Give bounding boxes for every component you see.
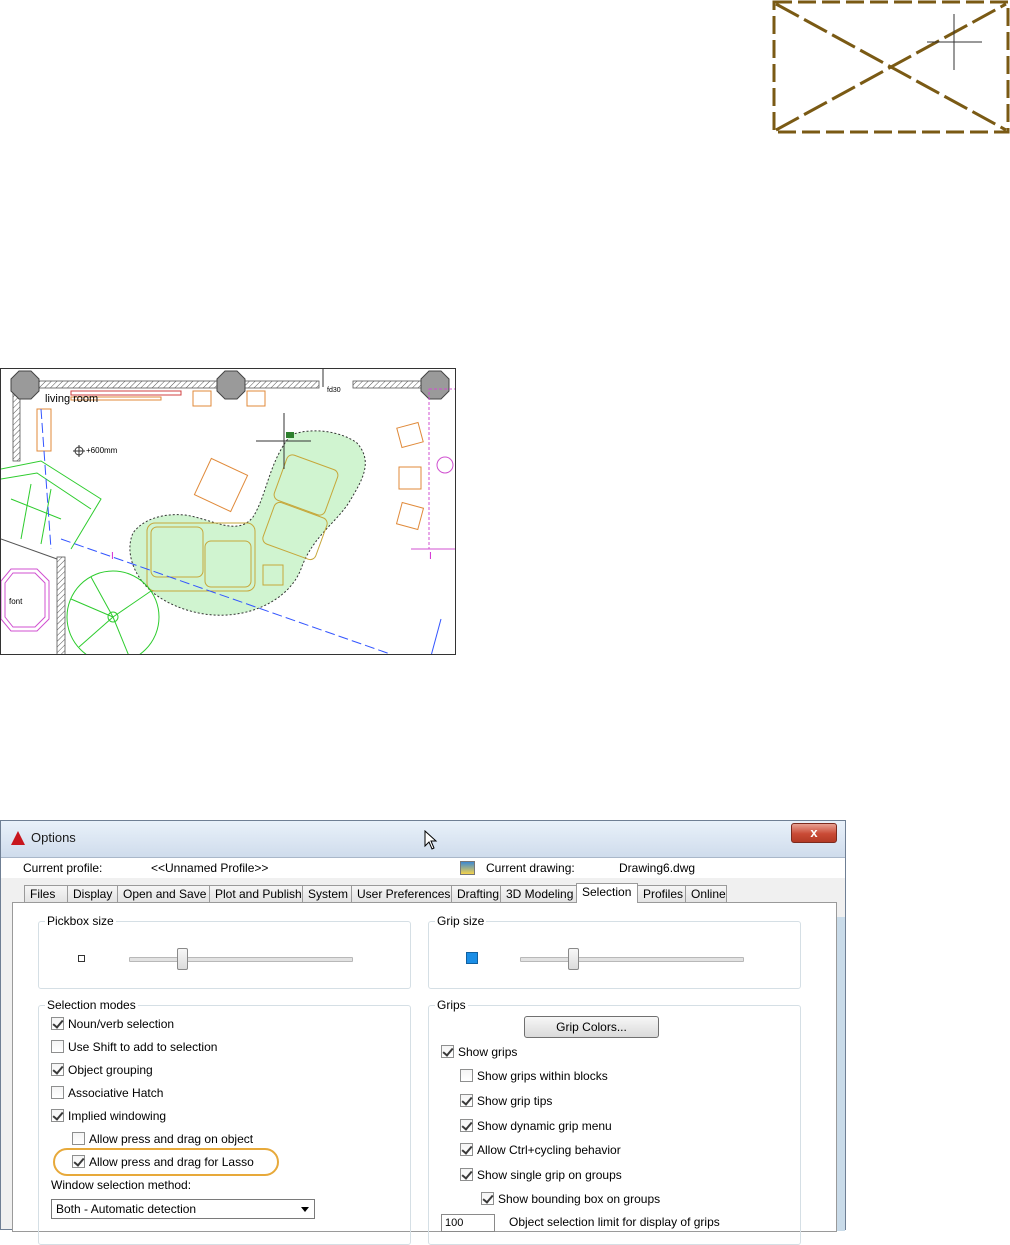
associative-hatch-checkbox[interactable]	[51, 1086, 64, 1099]
window-selection-illustration	[772, 0, 1010, 136]
selection-tab-panel: Pickbox size Grip size Selection modes N…	[12, 902, 837, 1245]
implied-windowing-label: Implied windowing	[68, 1109, 167, 1123]
noun-verb-selection-label: Noun/verb selection	[68, 1017, 175, 1031]
ctrl-cycling-checkbox[interactable]	[460, 1143, 473, 1156]
window-edge	[837, 917, 845, 1231]
tab-open-and-save[interactable]: Open and Save	[117, 885, 210, 902]
tab-profiles[interactable]: Profiles	[637, 885, 686, 902]
chevron-down-icon	[301, 1207, 309, 1212]
object-grouping-label: Object grouping	[68, 1063, 153, 1077]
pickbox-slider-track[interactable]	[129, 957, 353, 962]
grip-colors-button[interactable]: Grip Colors...	[524, 1016, 659, 1038]
tab-online[interactable]: Online	[685, 885, 727, 902]
grips-within-blocks-label: Show grips within blocks	[477, 1069, 608, 1083]
show-grips-label: Show grips	[458, 1045, 518, 1059]
drawing-file-icon	[460, 861, 475, 875]
pickbox-size-group: Pickbox size	[38, 914, 411, 989]
tab-files[interactable]: Files	[24, 885, 68, 902]
tab-selection[interactable]: Selection	[576, 883, 638, 903]
window-method-select[interactable]: Both - Automatic detection	[51, 1199, 315, 1219]
svg-text:I: I	[429, 551, 432, 562]
ctrl-cycling-label: Allow Ctrl+cycling behavior	[477, 1143, 621, 1157]
grip-tips-label: Show grip tips	[477, 1094, 553, 1108]
single-grip-groups-checkbox[interactable]	[460, 1168, 473, 1181]
current-profile-label: Current profile:	[23, 861, 103, 875]
window-method-value: Both - Automatic detection	[56, 1202, 197, 1216]
current-profile-value: <<Unnamed Profile>>	[151, 861, 269, 875]
associative-hatch-label: Associative Hatch	[68, 1086, 164, 1100]
noun-verb-selection-checkbox[interactable]	[51, 1017, 64, 1030]
grip-size-slider-track[interactable]	[520, 957, 744, 962]
tab-3d-modeling[interactable]: 3D Modeling	[500, 885, 577, 902]
shift-add-label: Use Shift to add to selection	[68, 1040, 218, 1054]
tab-user-preferences[interactable]: User Preferences	[351, 885, 452, 902]
grip-size-slider-thumb[interactable]	[568, 948, 580, 970]
pickbox-slider-thumb[interactable]	[177, 948, 189, 970]
bounding-box-groups-checkbox[interactable]	[481, 1192, 494, 1205]
font-label: font	[9, 597, 23, 606]
grip-limit-input[interactable]: 100	[441, 1214, 495, 1232]
lasso-drawing-illustration: I I living room +600mm fd30 font	[0, 368, 456, 655]
grip-preview-icon	[466, 952, 478, 964]
grip-size-group: Grip size	[428, 914, 801, 989]
single-grip-groups-label: Show single grip on groups	[477, 1168, 622, 1182]
tab-system[interactable]: System	[302, 885, 352, 902]
grip-tips-checkbox[interactable]	[460, 1094, 473, 1107]
svg-text:I: I	[111, 551, 114, 562]
selection-modes-group: Selection modes Noun/verb selection Use …	[38, 998, 411, 1245]
tab-display[interactable]: Display	[67, 885, 118, 902]
dynamic-grip-menu-label: Show dynamic grip menu	[477, 1119, 612, 1133]
grips-title: Grips	[435, 998, 468, 1012]
current-drawing-label: Current drawing:	[486, 861, 575, 875]
shift-add-checkbox[interactable]	[51, 1040, 64, 1053]
press-drag-object-checkbox[interactable]	[72, 1132, 85, 1145]
current-drawing-value: Drawing6.dwg	[619, 861, 696, 875]
autocad-logo-icon	[11, 831, 25, 845]
tab-plot-and-publish[interactable]: Plot and Publish	[209, 885, 303, 902]
show-grips-checkbox[interactable]	[441, 1045, 454, 1058]
grips-group: Grips Grip Colors... Show grips Show gri…	[428, 998, 801, 1245]
profile-row: Current profile: <<Unnamed Profile>> Cur…	[1, 858, 845, 878]
dynamic-grip-menu-checkbox[interactable]	[460, 1119, 473, 1132]
window-method-label: Window selection method:	[51, 1178, 192, 1192]
grips-within-blocks-checkbox[interactable]	[460, 1069, 473, 1082]
elevation-label: +600mm	[86, 446, 118, 455]
press-drag-object-label: Allow press and drag on object	[89, 1132, 254, 1146]
press-drag-lasso-label: Allow press and drag for Lasso	[89, 1155, 254, 1169]
close-button[interactable]: x	[791, 823, 837, 843]
room-label: living room	[45, 393, 99, 405]
pickbox-size-title: Pickbox size	[45, 914, 116, 928]
pickbox-preview-icon	[78, 955, 85, 962]
grip-limit-label: Object selection limit for display of gr…	[509, 1215, 720, 1229]
object-grouping-checkbox[interactable]	[51, 1063, 64, 1076]
implied-windowing-checkbox[interactable]	[51, 1109, 64, 1122]
dialog-titlebar[interactable]: Options x	[1, 821, 845, 858]
options-dialog: Options x Current profile: <<Unnamed Pro…	[0, 820, 846, 1245]
bounding-box-groups-label: Show bounding box on groups	[498, 1192, 661, 1206]
grip-size-title: Grip size	[435, 914, 487, 928]
dialog-title: Options	[31, 830, 76, 845]
door-tag-label: fd30	[327, 387, 341, 394]
press-drag-lasso-checkbox[interactable]	[72, 1155, 85, 1168]
mouse-cursor-icon	[424, 830, 438, 850]
tab-drafting[interactable]: Drafting	[451, 885, 501, 902]
selection-modes-title: Selection modes	[45, 998, 138, 1012]
